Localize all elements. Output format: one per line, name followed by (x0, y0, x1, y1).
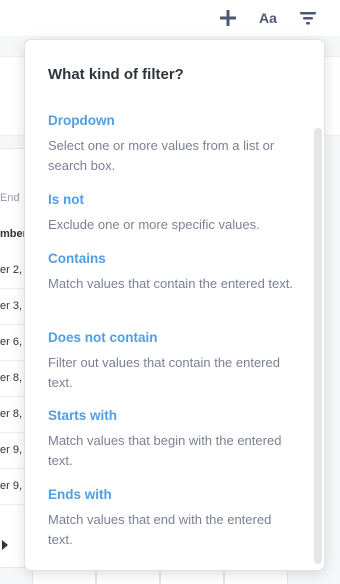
dashboard-toolbar: Aa (0, 0, 340, 36)
table-cell: er 6, (0, 336, 23, 348)
row-divider (0, 396, 26, 397)
table-cell: er 2, (0, 264, 23, 276)
row-divider (0, 324, 26, 325)
filter-option-name: Dropdown (48, 113, 115, 128)
table-cell: er 9, (0, 444, 23, 456)
dashboard-screen: Aa End mber er 2, er 3, er 6, er 8, er 8… (0, 0, 340, 584)
table-scroll-right-icon[interactable] (2, 540, 8, 550)
table-cell: er 9, (0, 480, 23, 492)
plus-icon (220, 10, 236, 26)
table-cell: er 3, (0, 300, 23, 312)
add-filter-button[interactable] (296, 6, 320, 30)
popover-scrollbar[interactable] (314, 128, 322, 564)
row-divider (0, 468, 26, 469)
filter-option-name: Does not contain (48, 330, 158, 345)
table-cell: er 8, (0, 372, 23, 384)
filter-option-description: Filter out values that contain the enter… (48, 355, 280, 390)
filter-option-ends-with[interactable]: Ends with Match values that end with the… (48, 486, 298, 550)
filter-option-is-not[interactable]: Is not Exclude one or more specific valu… (48, 191, 298, 235)
filter-option-name: Is not (48, 192, 84, 207)
filter-option-does-not-contain[interactable]: Does not contain Filter out values that … (48, 329, 298, 393)
filter-option-starts-with[interactable]: Starts with Match values that begin with… (48, 407, 298, 471)
filter-option-description: Match values that contain the entered te… (48, 276, 293, 291)
row-divider (0, 288, 26, 289)
filter-option-name: Ends with (48, 487, 112, 502)
filter-option-name: Contains (48, 251, 106, 266)
row-divider (0, 504, 26, 505)
row-divider (0, 432, 26, 433)
popover-title: What kind of filter? (48, 66, 184, 83)
filter-type-popover: What kind of filter? Dropdown Select one… (24, 39, 325, 571)
table-column-header: End (0, 192, 20, 204)
filter-option-description: Exclude one or more specific values. (48, 217, 260, 232)
text-button-label: Aa (259, 10, 277, 26)
filter-icon (300, 12, 316, 25)
filter-option-description: Match values that end with the entered t… (48, 512, 272, 547)
text-card-button[interactable]: Aa (256, 6, 280, 30)
filter-option-name: Starts with (48, 408, 118, 423)
filter-option-description: Match values that begin with the entered… (48, 433, 282, 468)
filter-option-dropdown[interactable]: Dropdown Select one or more values from … (48, 112, 298, 176)
table-column-label: mber (0, 228, 27, 240)
row-divider (0, 360, 26, 361)
table-cell: er 8, (0, 408, 23, 420)
add-button[interactable] (216, 6, 240, 30)
filter-option-contains[interactable]: Contains Match values that contain the e… (48, 250, 298, 294)
filter-option-description: Select one or more values from a list or… (48, 138, 275, 173)
